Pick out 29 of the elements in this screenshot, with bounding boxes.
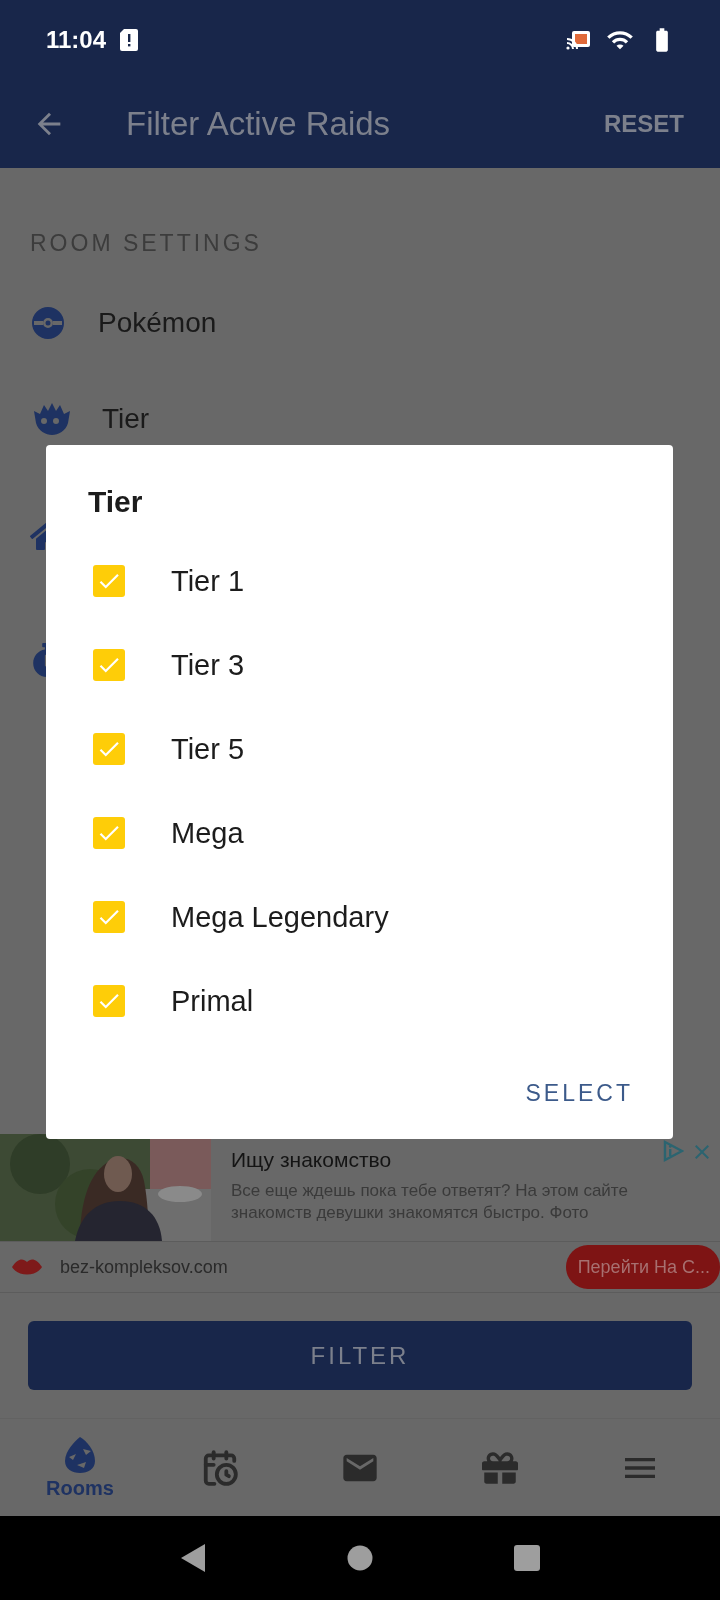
option-label[interactable]: Tier 1 — [171, 564, 245, 598]
checkbox[interactable] — [93, 733, 125, 765]
reset-button[interactable]: RESET — [604, 110, 684, 138]
status-time: 11:04 — [46, 26, 107, 54]
checkbox[interactable] — [93, 985, 125, 1017]
recents-icon[interactable] — [513, 1545, 540, 1571]
option-label[interactable]: Mega Legendary — [171, 900, 389, 934]
gift-icon — [482, 1449, 518, 1486]
option-label[interactable]: Primal — [171, 984, 254, 1018]
ad-domain: bez-kompleksov.com — [60, 1256, 229, 1278]
pokeball-icon — [30, 305, 66, 341]
checkbox[interactable] — [93, 817, 125, 849]
checkbox[interactable] — [93, 649, 125, 681]
notification-icon — [120, 29, 139, 51]
calendar-clock-icon — [201, 1448, 239, 1487]
filter-button[interactable]: FILTER — [28, 1321, 692, 1390]
select-button[interactable]: SELECT — [519, 1079, 639, 1108]
back-icon[interactable] — [180, 1543, 207, 1573]
ad-title: Ищу знакомство — [231, 1148, 392, 1172]
home-icon[interactable] — [347, 1545, 373, 1571]
option-label[interactable]: Tier 5 — [171, 732, 245, 766]
checkbox[interactable] — [93, 901, 125, 933]
option-label[interactable]: Mega — [171, 816, 244, 850]
dialog-title: Tier — [88, 485, 144, 519]
cast-icon — [566, 29, 592, 51]
checkbox[interactable] — [93, 565, 125, 597]
screen-title: Filter Active Raids — [126, 105, 392, 143]
option-label[interactable]: Tier 3 — [171, 648, 245, 682]
egg-icon — [63, 1435, 97, 1475]
